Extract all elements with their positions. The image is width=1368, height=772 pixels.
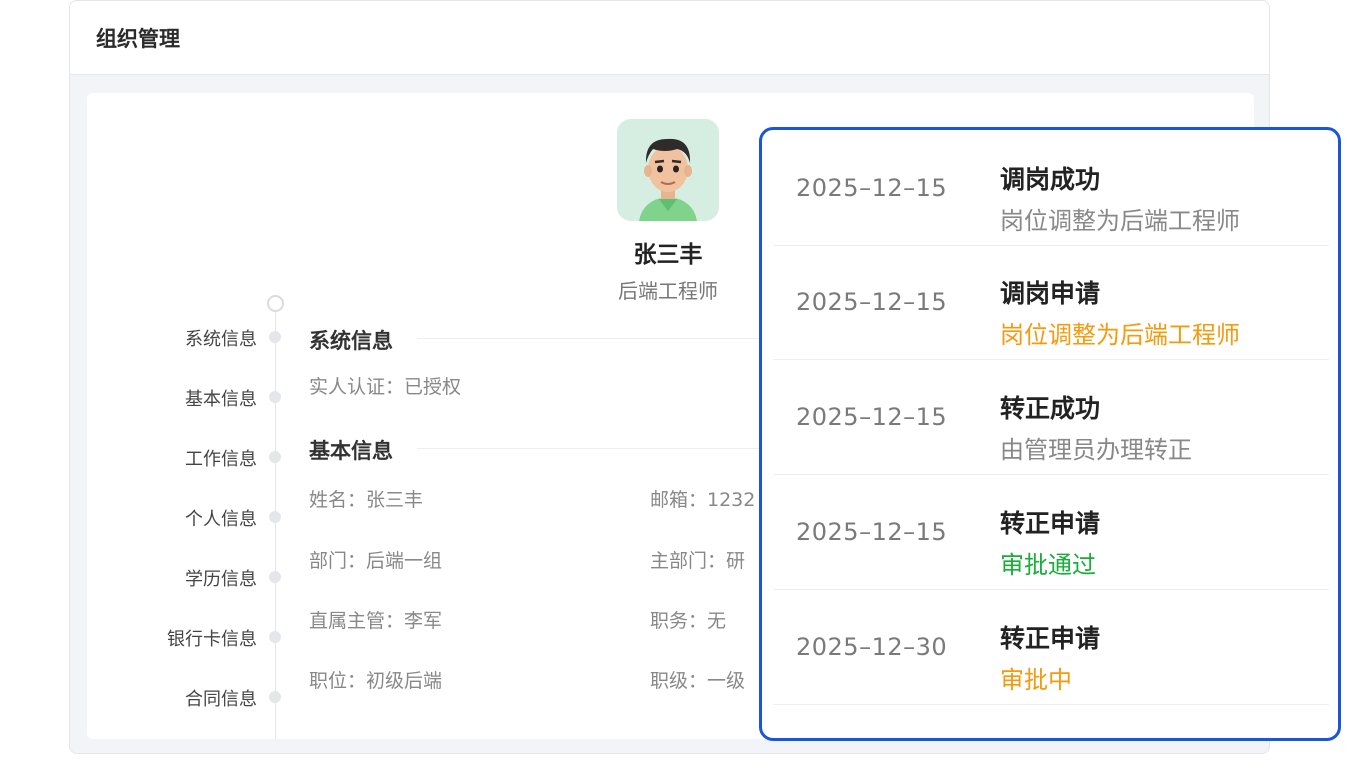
timeline-dot: [269, 391, 281, 403]
sidebar-item-contract[interactable]: 合同信息: [127, 685, 257, 711]
history-desc: 岗位调整为后端工程师: [1000, 321, 1240, 349]
history-title: 转正申请: [1000, 509, 1101, 538]
timeline-dot: [269, 631, 281, 643]
field-level: 职级：一级: [650, 670, 746, 692]
timeline-start-marker: [267, 295, 284, 312]
history-desc: 审批通过: [1000, 551, 1096, 579]
history-date: 2025–12–15: [796, 517, 948, 546]
sidebar-item-personal[interactable]: 个人信息: [127, 505, 257, 531]
history-date: 2025–12–30: [796, 632, 948, 661]
history-row[interactable]: 2025–12–15 转正成功 由管理员办理转正: [773, 359, 1329, 475]
field-department: 部门：后端一组: [309, 550, 443, 572]
timeline-dot: [269, 331, 281, 343]
history-date: 2025–12–15: [796, 173, 948, 202]
history-desc: 审批中: [1000, 666, 1072, 694]
field-main-department: 主部门：研: [650, 550, 746, 572]
avatar: [617, 119, 719, 221]
timeline-dot: [269, 571, 281, 583]
timeline-dot: [269, 511, 281, 523]
profile-role: 后端工程师: [618, 279, 718, 303]
field-position: 职位：初级后端: [309, 670, 443, 692]
avatar-illustration: [617, 119, 719, 221]
history-date: 2025–12–15: [796, 402, 948, 431]
field-duty: 职务：无: [650, 610, 727, 632]
change-history-popup: 2025–12–15 调岗成功 岗位调整为后端工程师 2025–12–15 调岗…: [759, 127, 1341, 741]
history-row[interactable]: 2025–12–15 调岗申请 岗位调整为后端工程师: [773, 244, 1329, 360]
history-desc: 岗位调整为后端工程师: [1000, 207, 1240, 235]
sidebar-item-basic[interactable]: 基本信息: [127, 385, 257, 411]
field-manager: 直属主管：李军: [309, 610, 443, 632]
field-real-name-auth: 实人认证：已授权: [309, 376, 462, 398]
sidebar-item-work[interactable]: 工作信息: [127, 445, 257, 471]
field-name: 姓名：张三丰: [309, 489, 424, 511]
history-row[interactable]: 2025–12–30 转正申请 审批中: [773, 589, 1329, 705]
history-title: 转正成功: [1000, 394, 1101, 423]
section-title-system: 系统信息: [309, 329, 393, 353]
sidebar-item-education[interactable]: 学历信息: [127, 565, 257, 591]
history-row[interactable]: 2025–12–15 调岗成功 岗位调整为后端工程师: [773, 130, 1329, 246]
history-title: 调岗成功: [1000, 165, 1101, 194]
history-date: 2025–12–15: [796, 287, 948, 316]
history-title: 调岗申请: [1000, 279, 1101, 308]
timeline-line: [275, 311, 276, 739]
history-desc: 由管理员办理转正: [1000, 436, 1192, 464]
field-email: 邮箱：1232: [650, 489, 756, 511]
window-header: 组织管理: [70, 1, 1269, 75]
profile-name: 张三丰: [633, 242, 703, 268]
sidebar-item-system[interactable]: 系统信息: [127, 325, 257, 351]
section-title-basic: 基本信息: [309, 439, 393, 463]
sidebar-item-bank-card[interactable]: 银行卡信息: [127, 625, 257, 651]
timeline-dot: [269, 691, 281, 703]
page-title: 组织管理: [96, 26, 180, 51]
history-row[interactable]: 2025–12–15 转正申请 审批通过: [773, 474, 1329, 590]
timeline-dot: [269, 451, 281, 463]
history-title: 转正申请: [1000, 624, 1101, 653]
